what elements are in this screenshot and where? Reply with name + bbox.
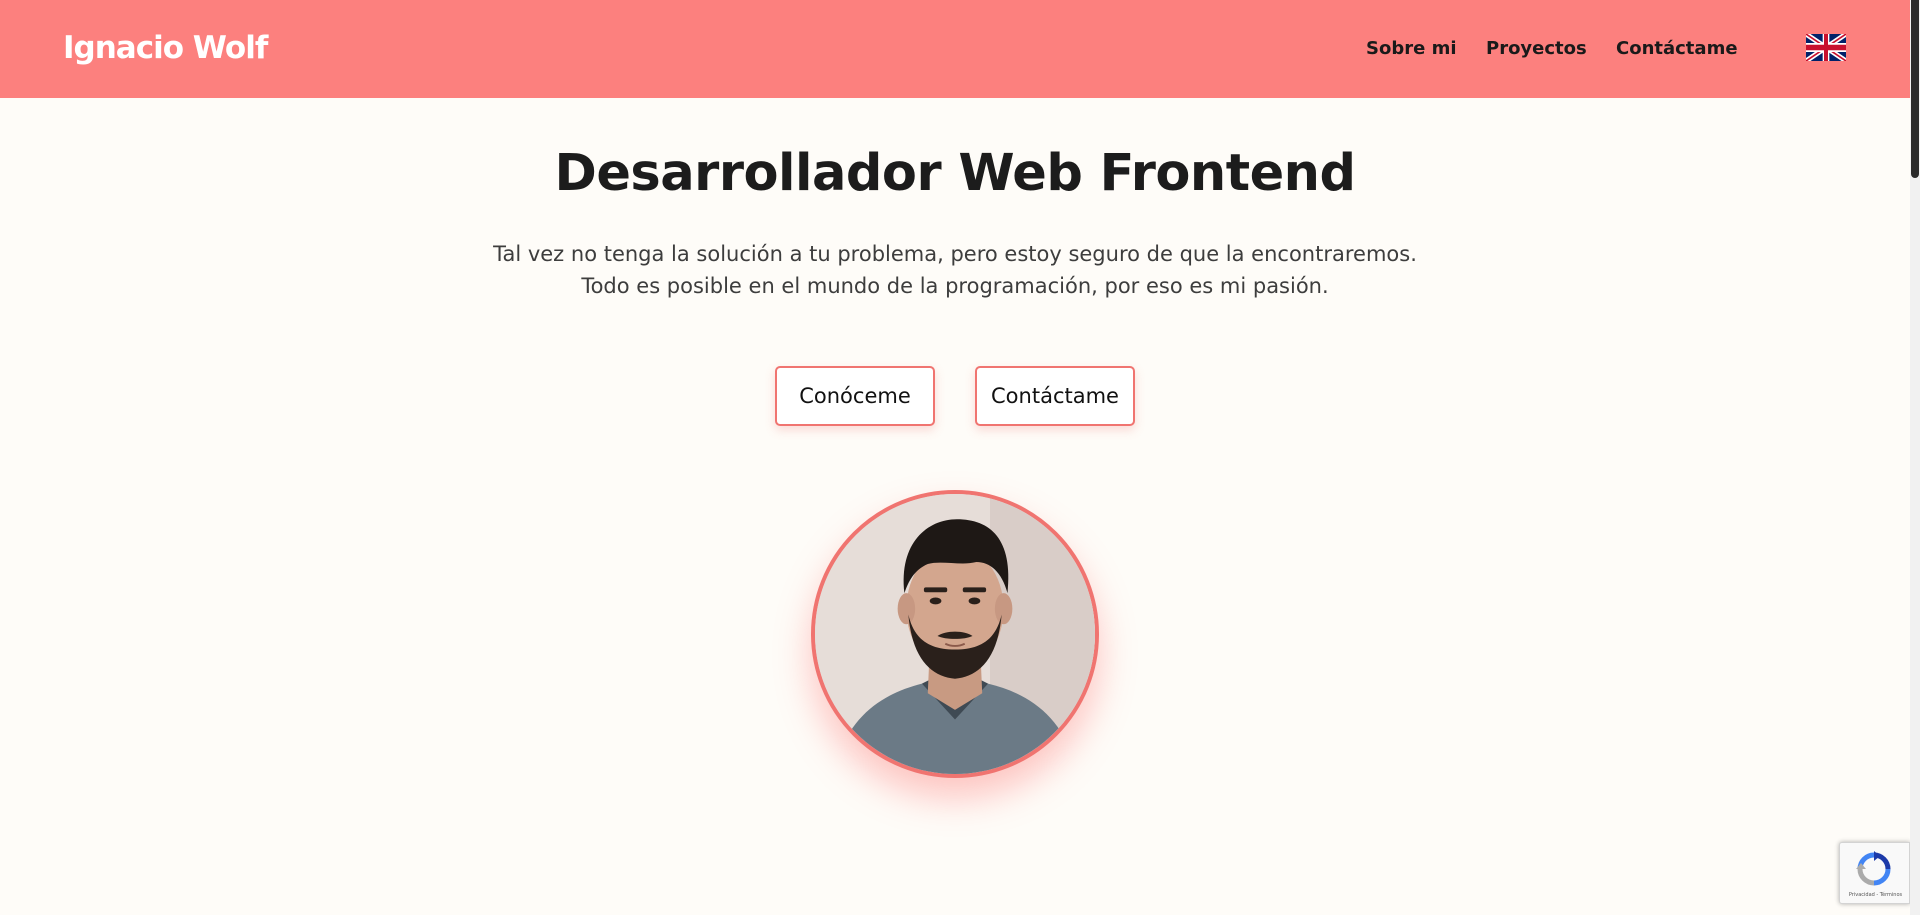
know-me-button[interactable]: Conóceme xyxy=(775,366,935,426)
recaptcha-terms-link[interactable]: Términos xyxy=(1880,892,1902,898)
page-scrollbar[interactable] xyxy=(1910,0,1920,915)
site-logo[interactable]: Ignacio Wolf xyxy=(63,28,268,68)
uk-flag-icon[interactable] xyxy=(1806,34,1846,61)
site-header: Ignacio Wolf Sobre mi Proyectos Contácta… xyxy=(0,0,1910,98)
page: Ignacio Wolf Sobre mi Proyectos Contácta… xyxy=(0,0,1920,915)
profile-photo xyxy=(811,490,1099,778)
scrollbar-thumb[interactable] xyxy=(1911,0,1919,178)
hero-description-line-2: Todo es posible en el mundo de la progra… xyxy=(581,274,1329,298)
contact-me-button[interactable]: Contáctame xyxy=(975,366,1135,426)
nav-link-projects[interactable]: Proyectos xyxy=(1486,36,1587,62)
recaptcha-icon xyxy=(1856,851,1892,887)
recaptcha-links: Privacidad - Términos xyxy=(1840,891,1909,899)
recaptcha-badge[interactable]: Privacidad - Términos xyxy=(1839,842,1910,904)
hero-title: Desarrollador Web Frontend xyxy=(554,144,1356,203)
nav-link-contact[interactable]: Contáctame xyxy=(1616,36,1738,62)
recaptcha-privacy-link[interactable]: Privacidad xyxy=(1849,892,1875,898)
nav-link-about[interactable]: Sobre mi xyxy=(1366,36,1457,62)
hero-description-line-1: Tal vez no tenga la solución a tu proble… xyxy=(493,242,1417,266)
